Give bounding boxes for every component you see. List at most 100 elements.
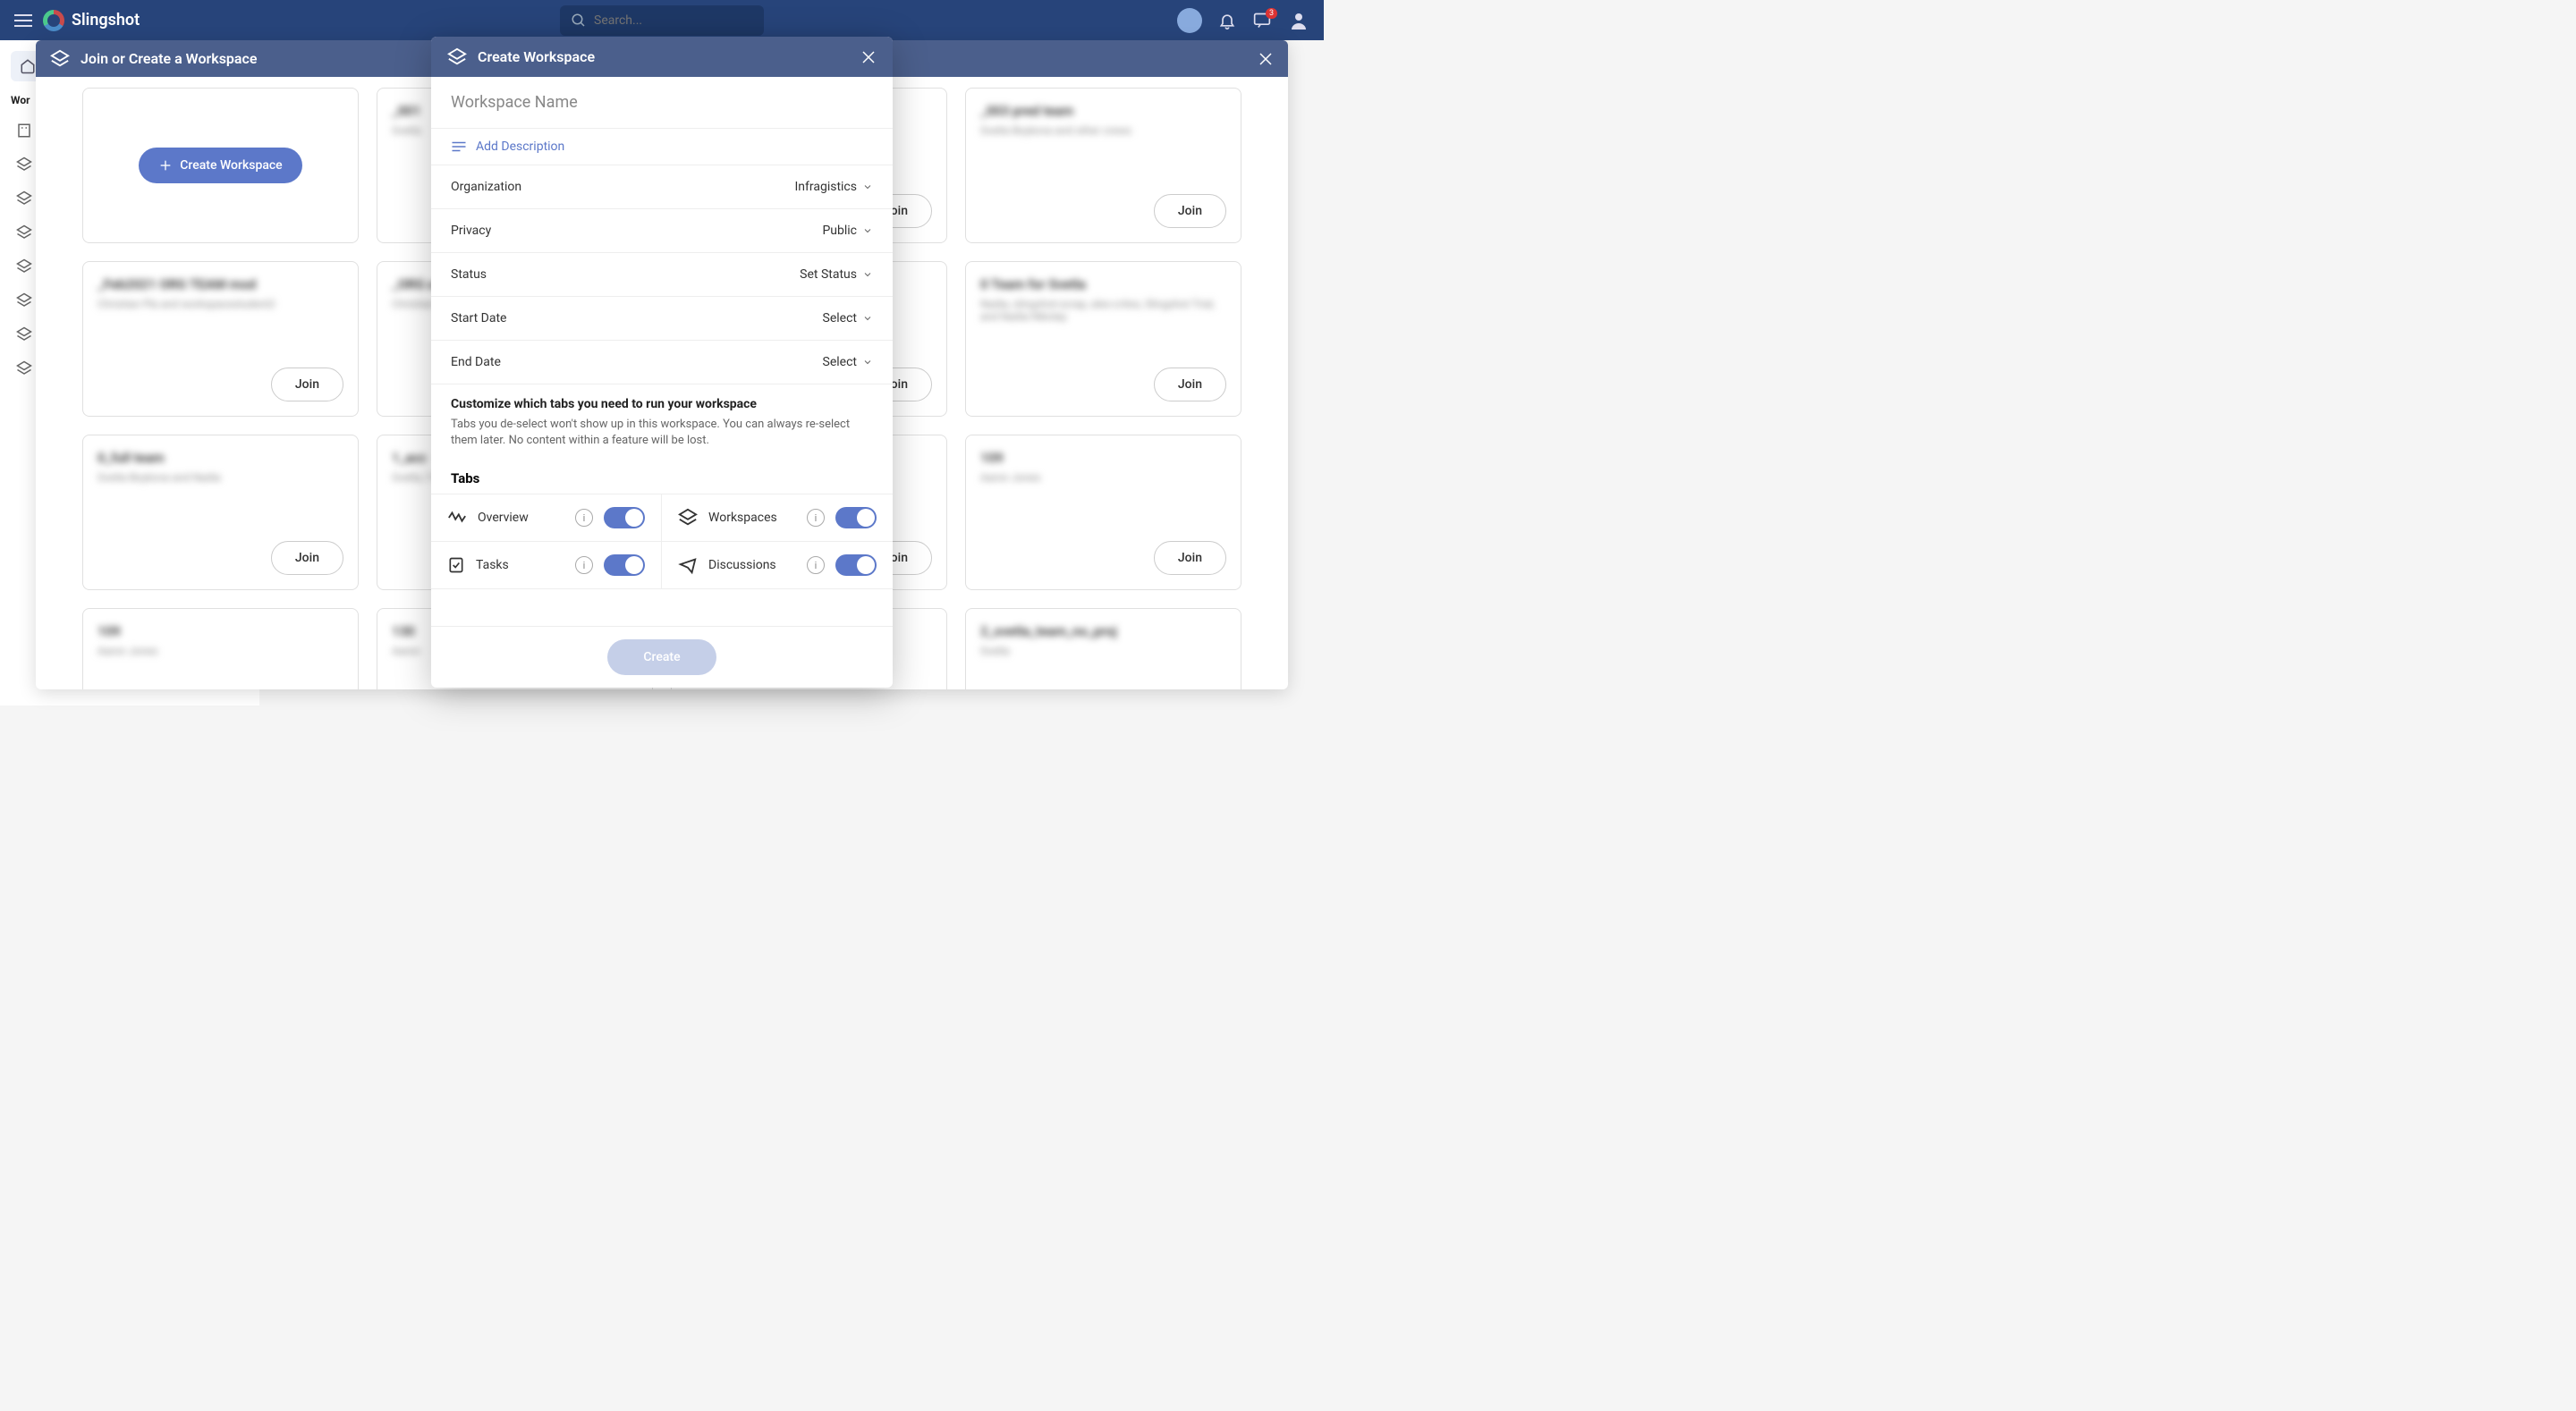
status-value[interactable]: Set Status	[800, 267, 873, 282]
layers-icon	[16, 224, 32, 241]
overview-icon	[447, 508, 467, 528]
tab-option-discussions: Discussions i	[662, 542, 893, 589]
logo-icon	[43, 10, 64, 31]
search-icon	[571, 13, 587, 29]
join-button[interactable]: Join	[271, 541, 343, 575]
end-date-value[interactable]: Select	[823, 355, 873, 369]
chevron-down-icon	[862, 357, 873, 368]
card-title: 109	[97, 623, 343, 639]
inner-modal-body: Add Description Organization Infragistic…	[431, 77, 893, 626]
building-icon	[16, 123, 32, 139]
tab-option-overview: Overview i	[431, 494, 662, 542]
join-button[interactable]: Join	[1154, 194, 1226, 228]
workspace-card: 0_full team Svetla Boykova and Nadia Joi…	[82, 435, 359, 590]
text-lines-icon	[451, 139, 467, 154]
wide-modal-title: Join or Create a Workspace	[80, 50, 257, 67]
workspace-card: _003 pred team Svetla Boykova and other …	[965, 88, 1241, 243]
chevron-down-icon	[862, 225, 873, 236]
chat-icon[interactable]: 3	[1252, 12, 1272, 30]
card-subtitle: Aaron Jones	[980, 471, 1226, 484]
organization-row[interactable]: Organization Infragistics	[431, 165, 893, 209]
card-subtitle: Svetla	[980, 645, 1226, 657]
card-title: 2_svetla_team_no_proj	[980, 623, 1226, 639]
privacy-label: Privacy	[451, 224, 491, 238]
hamburger-menu-icon[interactable]	[14, 13, 32, 28]
organization-label: Organization	[451, 180, 521, 194]
card-title: _003 pred team	[980, 103, 1226, 119]
create-workspace-card: Create Workspace	[82, 88, 359, 243]
workspace-name-input[interactable]	[431, 77, 893, 128]
join-button[interactable]: Join	[271, 368, 343, 401]
close-icon[interactable]	[860, 49, 877, 65]
card-subtitle: Christian Pla and workspacestudent2	[97, 298, 343, 310]
end-date-row[interactable]: End Date Select	[431, 341, 893, 384]
inner-modal-title: Create Workspace	[478, 48, 595, 65]
plus-icon	[158, 158, 173, 173]
layers-icon	[50, 49, 70, 69]
layers-icon	[16, 326, 32, 342]
home-icon	[20, 58, 36, 74]
status-label: Status	[451, 267, 487, 282]
toggle-switch[interactable]	[604, 554, 645, 576]
organization-value[interactable]: Infragistics	[794, 180, 873, 194]
close-icon[interactable]	[1258, 51, 1274, 67]
inner-modal-footer: Create	[431, 626, 893, 688]
privacy-value[interactable]: Public	[822, 224, 873, 238]
info-icon[interactable]: i	[575, 509, 593, 527]
join-button[interactable]: Join	[1154, 368, 1226, 401]
tab-label: Overview	[478, 511, 564, 525]
tabs-heading: Tabs	[431, 461, 893, 494]
toggle-switch[interactable]	[835, 554, 877, 576]
create-workspace-modal: Create Workspace Add Description Organiz…	[431, 37, 893, 688]
create-workspace-label: Create Workspace	[180, 158, 282, 173]
chevron-down-icon	[862, 182, 873, 192]
global-search[interactable]	[560, 5, 764, 36]
start-date-label: Start Date	[451, 311, 506, 325]
tasks-icon	[447, 555, 465, 575]
add-description-button[interactable]: Add Description	[431, 128, 893, 165]
toggle-switch[interactable]	[604, 507, 645, 528]
card-subtitle: Nadia, slingshot-scrap, alex-crites, Sli…	[980, 298, 1226, 323]
info-icon[interactable]: i	[575, 556, 593, 574]
layers-icon	[447, 47, 467, 67]
create-workspace-button[interactable]: Create Workspace	[139, 148, 301, 183]
search-input[interactable]	[594, 13, 753, 28]
end-date-label: End Date	[451, 355, 501, 369]
top-nav-bar: Slingshot 3	[0, 0, 1324, 40]
add-description-label: Add Description	[476, 139, 564, 154]
topbar-right: 3	[1177, 8, 1309, 33]
inner-modal-header: Create Workspace	[431, 37, 893, 77]
start-date-row[interactable]: Start Date Select	[431, 297, 893, 341]
tab-option-workspaces: Workspaces i	[662, 494, 893, 542]
card-subtitle: Aaron Jones	[97, 645, 343, 657]
card-title: 0 Team for Svetla	[980, 276, 1226, 292]
workspace-card: 2_svetla_team_no_proj Svetla Join	[965, 608, 1241, 689]
tab-label: Discussions	[708, 558, 796, 572]
status-row[interactable]: Status Set Status	[431, 253, 893, 297]
info-icon[interactable]: i	[807, 556, 825, 574]
tab-option-tasks: Tasks i	[431, 542, 662, 589]
workspaces-icon	[678, 508, 698, 528]
start-date-value[interactable]: Select	[823, 311, 873, 325]
privacy-row[interactable]: Privacy Public	[431, 209, 893, 253]
org-avatar[interactable]	[1177, 8, 1202, 33]
discussions-icon	[678, 555, 698, 575]
info-icon[interactable]: i	[807, 509, 825, 527]
join-button[interactable]: Join	[1154, 541, 1226, 575]
toggle-switch[interactable]	[835, 507, 877, 528]
chevron-down-icon	[862, 313, 873, 324]
notifications-icon[interactable]	[1218, 12, 1236, 30]
layers-icon	[16, 190, 32, 207]
app-name: Slingshot	[72, 11, 140, 30]
card-title: 0_full team	[97, 450, 343, 466]
layers-icon	[16, 156, 32, 173]
user-menu-icon[interactable]	[1288, 10, 1309, 31]
card-title: _Feb2021 ORG TEAM mod	[97, 276, 343, 292]
tab-label: Tasks	[476, 558, 564, 572]
chat-badge: 3	[1266, 8, 1277, 19]
workspace-card: _Feb2021 ORG TEAM mod Christian Pla and …	[82, 261, 359, 417]
workspace-card: 109 Aaron Jones Join	[82, 608, 359, 689]
app-logo[interactable]: Slingshot	[43, 10, 140, 31]
card-subtitle: Svetla Boykova and other crews	[980, 124, 1226, 137]
create-button[interactable]: Create	[607, 639, 716, 675]
